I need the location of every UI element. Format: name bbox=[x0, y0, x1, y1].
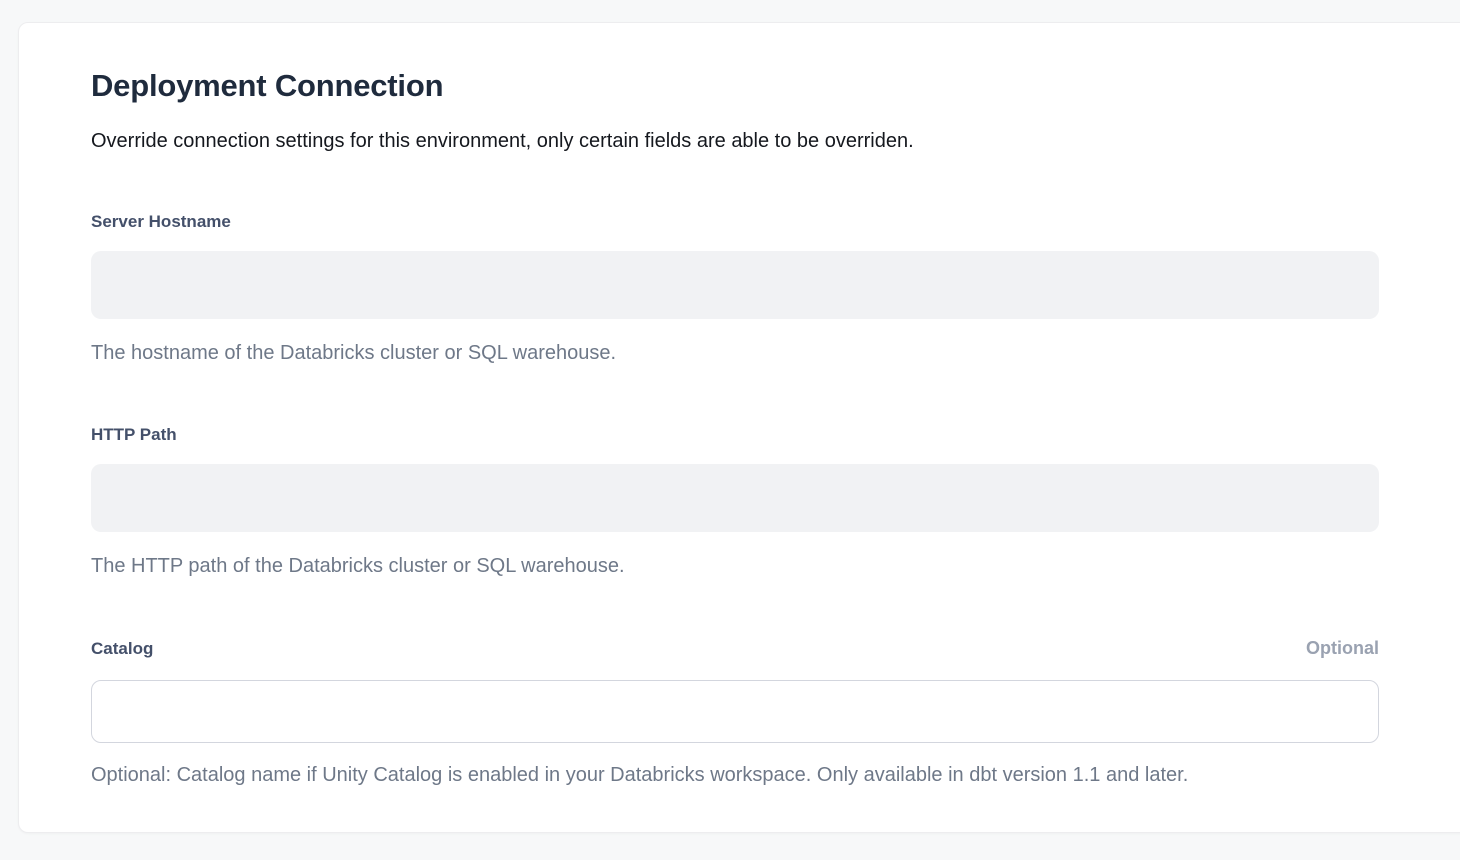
http-path-label-row: HTTP Path bbox=[91, 424, 1379, 446]
catalog-label: Catalog bbox=[91, 638, 153, 660]
server-hostname-label-row: Server Hostname bbox=[91, 211, 1379, 233]
page-subtitle: Override connection settings for this en… bbox=[91, 129, 1379, 153]
field-http-path: HTTP Path The HTTP path of the Databrick… bbox=[91, 424, 1379, 578]
card-content: Deployment Connection Override connectio… bbox=[19, 23, 1379, 787]
page-title: Deployment Connection bbox=[91, 69, 1379, 103]
catalog-input[interactable] bbox=[91, 680, 1379, 743]
http-path-label: HTTP Path bbox=[91, 424, 177, 446]
catalog-helper: Optional: Catalog name if Unity Catalog … bbox=[91, 763, 1379, 787]
server-hostname-label: Server Hostname bbox=[91, 211, 231, 233]
catalog-optional-badge: Optional bbox=[1306, 637, 1379, 659]
server-hostname-input bbox=[91, 251, 1379, 319]
field-server-hostname: Server Hostname The hostname of the Data… bbox=[91, 211, 1379, 365]
http-path-helper: The HTTP path of the Databricks cluster … bbox=[91, 554, 1379, 578]
http-path-input bbox=[91, 464, 1379, 532]
server-hostname-helper: The hostname of the Databricks cluster o… bbox=[91, 341, 1379, 365]
catalog-label-row: Catalog Optional bbox=[91, 637, 1379, 660]
field-catalog: Catalog Optional Optional: Catalog name … bbox=[91, 637, 1379, 787]
deployment-connection-card: Deployment Connection Override connectio… bbox=[18, 22, 1460, 833]
